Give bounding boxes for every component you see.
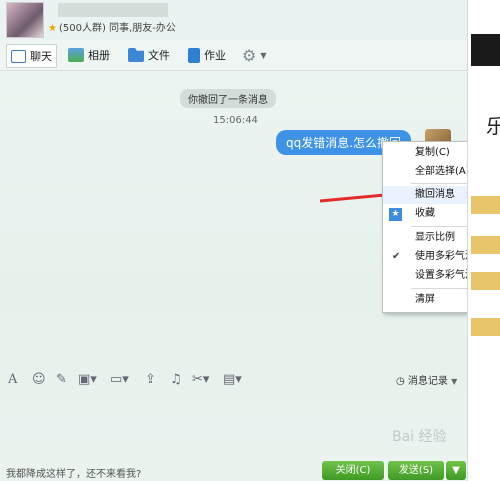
settings-button[interactable]: ⚙ ▼ (238, 44, 271, 66)
menu-item-label: 清屏 (415, 294, 435, 305)
thumbnail[interactable] (471, 236, 500, 254)
more-icon[interactable]: ▤▾ (223, 372, 242, 387)
right-panel: 乐 (467, 0, 500, 481)
check-icon: ✔ (392, 251, 401, 262)
chat-icon (11, 49, 26, 63)
tab-file[interactable]: 文件 (124, 44, 174, 66)
tab-work[interactable]: 作业 (184, 44, 230, 66)
message-record-button[interactable]: ◷ 消息记录 ▼ (396, 372, 457, 387)
message-record-label: 消息记录 (407, 376, 448, 387)
magic-icon[interactable]: ✎ (56, 372, 67, 387)
emoji-icon[interactable]: ☺ (32, 372, 46, 387)
bottom-bar: 我都降成这样了，还不来看我? 关闭(C) 发送(S) ▼ (0, 458, 467, 481)
favorite-star-icon: ★ (389, 208, 402, 221)
chat-header: ★ (500人群) 同事,朋友-办公 (0, 0, 467, 40)
thumbnail[interactable] (471, 196, 500, 214)
clock-icon: ◷ (396, 376, 405, 387)
gear-icon: ⚙ (242, 45, 257, 65)
send-options-button[interactable]: ▼ (446, 461, 466, 480)
thumbnail[interactable] (471, 318, 500, 336)
ad-text[interactable]: 我都降成这样了，还不来看我? (6, 465, 141, 480)
scissors-icon[interactable]: ✂▾ (192, 372, 209, 387)
folder-icon (128, 48, 144, 62)
menu-item-label: 撤回消息 (415, 189, 455, 200)
gift-icon[interactable]: ▣▾ (78, 372, 97, 387)
font-icon[interactable]: A (8, 372, 17, 387)
menu-item-label: 设置多彩气泡 (415, 270, 475, 281)
menu-item-label: 收藏 (415, 208, 435, 219)
chevron-down-icon: ▼ (260, 50, 267, 60)
tab-chat-label: 聊天 (30, 50, 52, 63)
menu-item-label: 复制(C) (415, 147, 450, 158)
image-icon[interactable]: ▭▾ (110, 372, 129, 387)
watermark: Bai 经验 (392, 429, 447, 445)
document-icon (188, 47, 200, 63)
message-time: 15:06:44 (213, 115, 258, 126)
tab-album-label: 相册 (88, 49, 110, 62)
album-icon (68, 48, 84, 62)
upload-icon[interactable]: ⇪ (145, 372, 156, 387)
menu-item-label: 显示比例 (415, 232, 455, 243)
menu-item-label: 全部选择(A) (415, 166, 470, 177)
recall-notice: 你撤回了一条消息 (180, 89, 276, 108)
tab-chat[interactable]: 聊天 (6, 44, 57, 68)
tab-file-label: 文件 (148, 49, 170, 62)
right-panel-char: 乐 (486, 114, 500, 138)
group-title-blurred (58, 3, 168, 17)
tab-work-label: 作业 (204, 49, 226, 62)
close-button[interactable]: 关闭(C) (322, 461, 384, 480)
group-subtitle-text: (500人群) 同事,朋友-办公 (58, 23, 176, 34)
menu-item-label: 使用多彩气泡 (415, 251, 475, 262)
chevron-down-icon: ▼ (451, 377, 458, 386)
thumbnail[interactable] (471, 272, 500, 290)
chat-toolbar: 聊天 相册 文件 作业 ⚙ ▼ (0, 40, 467, 71)
music-icon[interactable]: ♫ (170, 372, 182, 387)
star-icon: ★ (48, 23, 57, 34)
tab-album[interactable]: 相册 (64, 44, 114, 66)
group-avatar[interactable] (6, 2, 44, 38)
group-subtitle: ★ (500人群) 同事,朋友-办公 (48, 19, 176, 34)
send-button[interactable]: 发送(S) (388, 461, 444, 480)
ad-image[interactable] (471, 34, 500, 66)
